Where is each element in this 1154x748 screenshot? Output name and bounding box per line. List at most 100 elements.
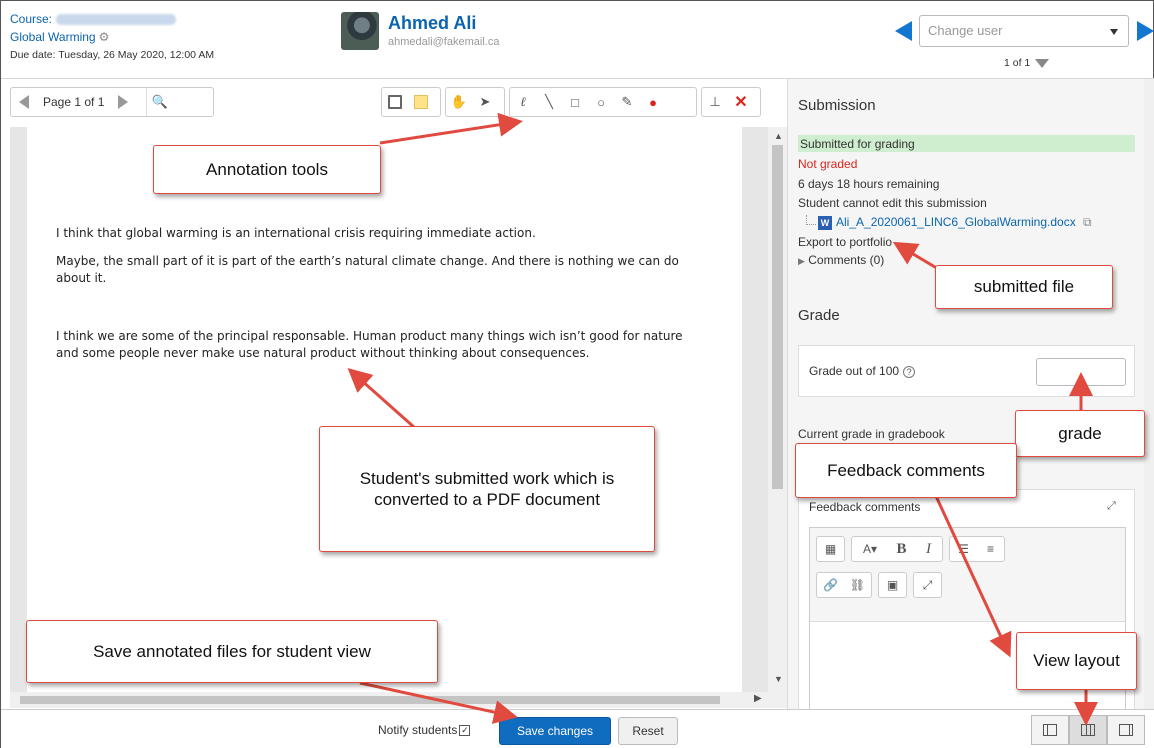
notify-checkbox[interactable]: ✓	[459, 725, 471, 737]
notify-students[interactable]: Notify students ✓	[378, 723, 471, 737]
fullscreen-button[interactable]: ⤢	[914, 573, 941, 597]
annotation-colour-button[interactable]: ●	[640, 88, 666, 116]
fullscreen-icon: ⤢	[922, 577, 933, 592]
gear-icon[interactable]: ⚙	[99, 28, 110, 46]
time-remaining: 6 days 18 hours remaining	[798, 177, 940, 191]
rectangle-tool-button[interactable]: □	[562, 88, 588, 116]
scroll-right-icon[interactable]: ▶	[754, 693, 762, 704]
callout-view-layout: View layout	[1016, 632, 1137, 690]
export-portfolio-link[interactable]: Export to portfolio	[798, 235, 892, 249]
layout-default-button[interactable]	[1069, 715, 1107, 745]
rectangle-icon: □	[571, 94, 579, 110]
ordered-list-button[interactable]: ≡	[977, 537, 1004, 561]
assignment-link[interactable]: Global Warming	[10, 30, 96, 44]
grader-footer: Notify students ✓ Save changes Reset	[1, 709, 1154, 748]
text-style-group: A▾ B I	[851, 536, 943, 562]
line-tool-button[interactable]: ╲	[536, 88, 562, 116]
hand-icon: ✋	[450, 94, 468, 109]
unlink-button[interactable]: ⛓	[844, 573, 871, 597]
grade-input[interactable]	[1036, 358, 1126, 386]
h-scrollbar-thumb[interactable]	[20, 696, 720, 704]
course-label: Course:	[10, 12, 53, 26]
doc-paragraph-1: I think that global warming is an intern…	[56, 226, 536, 240]
scroll-up-icon[interactable]: ▲	[774, 131, 783, 141]
comment-tools	[381, 87, 441, 117]
grading-panel: Submission Submitted for grading Not gra…	[787, 79, 1144, 709]
next-page-button[interactable]	[110, 88, 136, 116]
next-user-arrow-icon[interactable]	[1137, 21, 1154, 41]
callout-grade: grade	[1015, 410, 1145, 457]
horizontal-scrollbar[interactable]: ▶	[10, 692, 787, 708]
comments-toggle[interactable]: ▶ Comments (0)	[798, 253, 884, 267]
chevron-right-icon: ▶	[798, 256, 805, 266]
editor-toolbar-row-1: ▦ A▾ B I ☰ ≡	[816, 536, 1005, 562]
callout-submitted-file: submitted file	[935, 265, 1113, 309]
drawing-tools: ℓ ╲ □ ○ ✎ ●	[509, 87, 697, 117]
colour-swatch-icon	[414, 95, 428, 109]
scroll-down-icon[interactable]: ▼	[774, 674, 783, 684]
pen-tool-button[interactable]: ℓ	[510, 88, 536, 116]
stamp-tool-button[interactable]: ⊥	[702, 88, 728, 116]
page-navigation: Page 1 of 1 🔍	[10, 87, 214, 117]
next-page-icon	[118, 95, 129, 109]
submitted-file-link[interactable]: Ali_A_2020061_LINC6_GlobalWarming.docx	[836, 215, 1076, 229]
grade-label-text: Grade out of 100	[809, 364, 900, 378]
paragraph-style-button[interactable]: A▾	[852, 537, 888, 561]
user-count-text: 1 of 1	[1004, 57, 1031, 69]
comment-icon	[388, 95, 402, 109]
expand-icon[interactable]: ⤢	[1107, 500, 1116, 513]
change-user-select[interactable]: Change user	[919, 15, 1129, 47]
line-icon: ╲	[545, 94, 553, 109]
tree-connector	[806, 215, 816, 225]
comment-tool-button[interactable]	[382, 88, 408, 116]
submission-status: Submitted for grading	[798, 135, 1135, 152]
link-group: 🔗 ⛓	[816, 572, 872, 598]
oval-tool-button[interactable]: ○	[588, 88, 614, 116]
portfolio-icon[interactable]: ⧉	[1083, 215, 1092, 229]
save-changes-button[interactable]: Save changes	[499, 717, 611, 745]
filter-icon[interactable]	[1035, 58, 1050, 68]
pan-tool-button[interactable]: ✋	[446, 88, 472, 116]
help-icon[interactable]: ?	[903, 365, 916, 378]
submitted-file: W Ali_A_2020061_LINC6_GlobalWarming.docx …	[806, 215, 1092, 230]
previous-page-button[interactable]	[11, 88, 37, 116]
panel-scrollbar[interactable]	[1144, 79, 1154, 709]
delete-stamp-button[interactable]: ✕	[728, 88, 754, 116]
grade-label: Grade out of 100?	[809, 364, 916, 378]
select-tool-button[interactable]: ➤	[472, 88, 498, 116]
layout-collapse-review-button[interactable]	[1107, 715, 1145, 745]
link-button[interactable]: 🔗	[817, 573, 844, 597]
toolbar-toggle-button[interactable]: ▦	[817, 537, 844, 561]
unordered-list-button[interactable]: ☰	[950, 537, 977, 561]
scrollbar-thumb[interactable]	[772, 145, 783, 489]
toolbar-toggle-group: ▦	[816, 536, 845, 562]
page-label: Page 1 of 1	[43, 95, 105, 109]
callout-annotation-tools: Annotation tools	[153, 145, 381, 194]
word-document-icon: W	[818, 215, 832, 230]
vertical-scrollbar[interactable]: ▲ ▼	[768, 127, 787, 692]
previous-user-arrow-icon[interactable]	[895, 21, 912, 41]
italic-button[interactable]: I	[915, 537, 942, 561]
pdf-page[interactable]: I think that global warming is an intern…	[27, 127, 742, 692]
comment-colour-button[interactable]	[408, 88, 434, 116]
fullscreen-group: ⤢	[913, 572, 942, 598]
highlight-tool-button[interactable]: ✎	[614, 88, 640, 116]
search-comments-button[interactable]: 🔍	[146, 88, 172, 116]
doc-paragraph-3: I think we are some of the principal res…	[56, 329, 683, 360]
colour-drop-icon: ●	[649, 94, 657, 110]
view-layout-buttons	[1031, 715, 1145, 745]
user-name-link[interactable]: Ahmed Ali	[388, 13, 476, 34]
layout-collapse-grade-button[interactable]	[1031, 715, 1069, 745]
editor-toolbar-row-2: 🔗 ⛓ ▣ ⤢	[816, 572, 942, 598]
reset-button[interactable]: Reset	[618, 717, 678, 745]
insert-image-button[interactable]: ▣	[879, 573, 906, 597]
numbered-list-icon: ≡	[986, 542, 994, 556]
avatar[interactable]	[341, 12, 379, 50]
due-date: Due date: Tuesday, 26 May 2020, 12:00 AM	[10, 49, 215, 61]
current-grade-label: Current grade in gradebook	[798, 427, 945, 441]
notify-students-label: Notify students	[378, 723, 458, 737]
callout-feedback-comments: Feedback comments	[795, 443, 1017, 498]
course-name-redacted	[56, 14, 177, 26]
bold-button[interactable]: B	[888, 537, 915, 561]
doc-paragraph-2: Maybe, the small part of it is part of t…	[56, 254, 679, 285]
